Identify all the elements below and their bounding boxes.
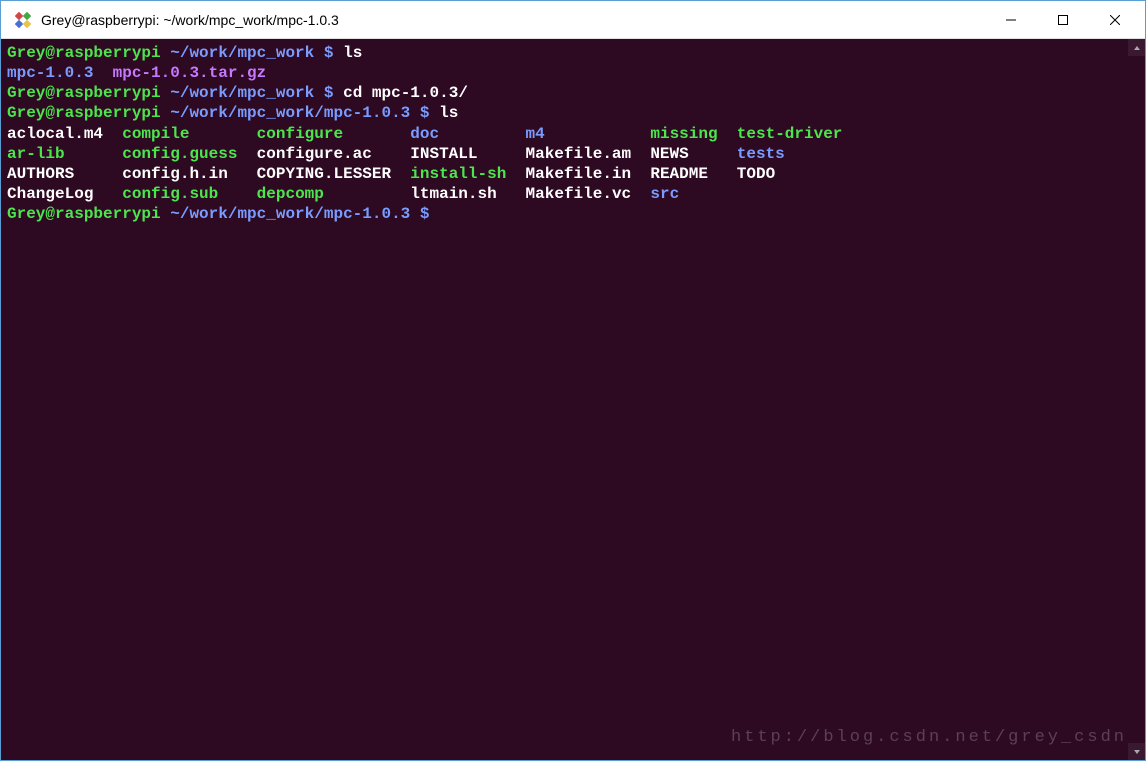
prompt-path: ~/work/mpc_work (170, 44, 314, 62)
scroll-up-button[interactable] (1128, 39, 1145, 56)
ls-dir: doc (410, 125, 525, 143)
ls-exec: configure (257, 125, 411, 143)
ls-file: COPYING.LESSER (257, 165, 411, 183)
ls-file: Makefile.in (526, 165, 651, 183)
ls-file: aclocal.m4 (7, 125, 122, 143)
ls-file: Makefile.am (526, 145, 651, 163)
ls-archive: mpc-1.0.3.tar.gz (113, 64, 267, 82)
ls-file: ltmain.sh (410, 185, 525, 203)
ls-exec: ar-lib (7, 145, 122, 163)
ls-file: NEWS (650, 145, 736, 163)
command-text: ls (439, 104, 458, 122)
ls-file: TODO (737, 165, 775, 183)
terminal-area[interactable]: Grey@raspberrypi ~/work/mpc_work $ ls mp… (1, 39, 1145, 760)
ls-exec: config.guess (122, 145, 256, 163)
ls-exec: compile (122, 125, 256, 143)
watermark-text: http://blog.csdn.net/grey_csdn (731, 727, 1127, 748)
ls-dir: mpc-1.0.3 (7, 64, 93, 82)
command-text: ls (343, 44, 362, 62)
prompt-line: Grey@raspberrypi ~/work/mpc_work $ ls (7, 43, 1139, 63)
prompt-user: Grey@raspberrypi (7, 205, 161, 223)
ls-dir: tests (737, 145, 785, 163)
prompt-path: ~/work/mpc_work/mpc-1.0.3 (170, 104, 410, 122)
ls-dir: src (650, 185, 679, 203)
scroll-down-button[interactable] (1128, 743, 1145, 760)
ls-exec: depcomp (257, 185, 411, 203)
ls-file: INSTALL (410, 145, 525, 163)
prompt-dollar: $ (420, 205, 430, 223)
ls-file: ChangeLog (7, 185, 122, 203)
ls-exec: missing (650, 125, 736, 143)
prompt-user: Grey@raspberrypi (7, 84, 161, 102)
ls-row: ChangeLog config.sub depcomp ltmain.sh M… (7, 184, 1139, 204)
maximize-button[interactable] (1037, 1, 1089, 38)
ls-exec: install-sh (410, 165, 525, 183)
ls-exec: test-driver (737, 125, 843, 143)
ls-dir: m4 (526, 125, 651, 143)
app-icon (13, 10, 33, 30)
scrollbar[interactable] (1128, 39, 1145, 760)
prompt-line: Grey@raspberrypi ~/work/mpc_work/mpc-1.0… (7, 103, 1139, 123)
titlebar: Grey@raspberrypi: ~/work/mpc_work/mpc-1.… (1, 1, 1145, 39)
ls-row: AUTHORS config.h.in COPYING.LESSER insta… (7, 164, 1139, 184)
prompt-path: ~/work/mpc_work/mpc-1.0.3 (170, 205, 410, 223)
ls-file: README (650, 165, 736, 183)
minimize-button[interactable] (985, 1, 1037, 38)
ls-row: ar-lib config.guess configure.ac INSTALL… (7, 144, 1139, 164)
prompt-line: Grey@raspberrypi ~/work/mpc_work $ cd mp… (7, 83, 1139, 103)
ls-file: AUTHORS (7, 165, 122, 183)
prompt-user: Grey@raspberrypi (7, 104, 161, 122)
prompt-line: Grey@raspberrypi ~/work/mpc_work/mpc-1.0… (7, 204, 1139, 224)
prompt-user: Grey@raspberrypi (7, 44, 161, 62)
ls-file: config.h.in (122, 165, 256, 183)
close-button[interactable] (1089, 1, 1141, 38)
prompt-path: ~/work/mpc_work (170, 84, 314, 102)
command-text: cd mpc-1.0.3/ (343, 84, 468, 102)
ls-output: mpc-1.0.3 mpc-1.0.3.tar.gz (7, 63, 1139, 83)
ls-row: aclocal.m4 compile configure doc m4 miss… (7, 124, 1139, 144)
ls-file: configure.ac (257, 145, 411, 163)
window-title: Grey@raspberrypi: ~/work/mpc_work/mpc-1.… (41, 12, 985, 28)
ls-exec: config.sub (122, 185, 256, 203)
ls-file: Makefile.vc (526, 185, 651, 203)
prompt-dollar: $ (420, 104, 430, 122)
window-controls (985, 1, 1141, 38)
